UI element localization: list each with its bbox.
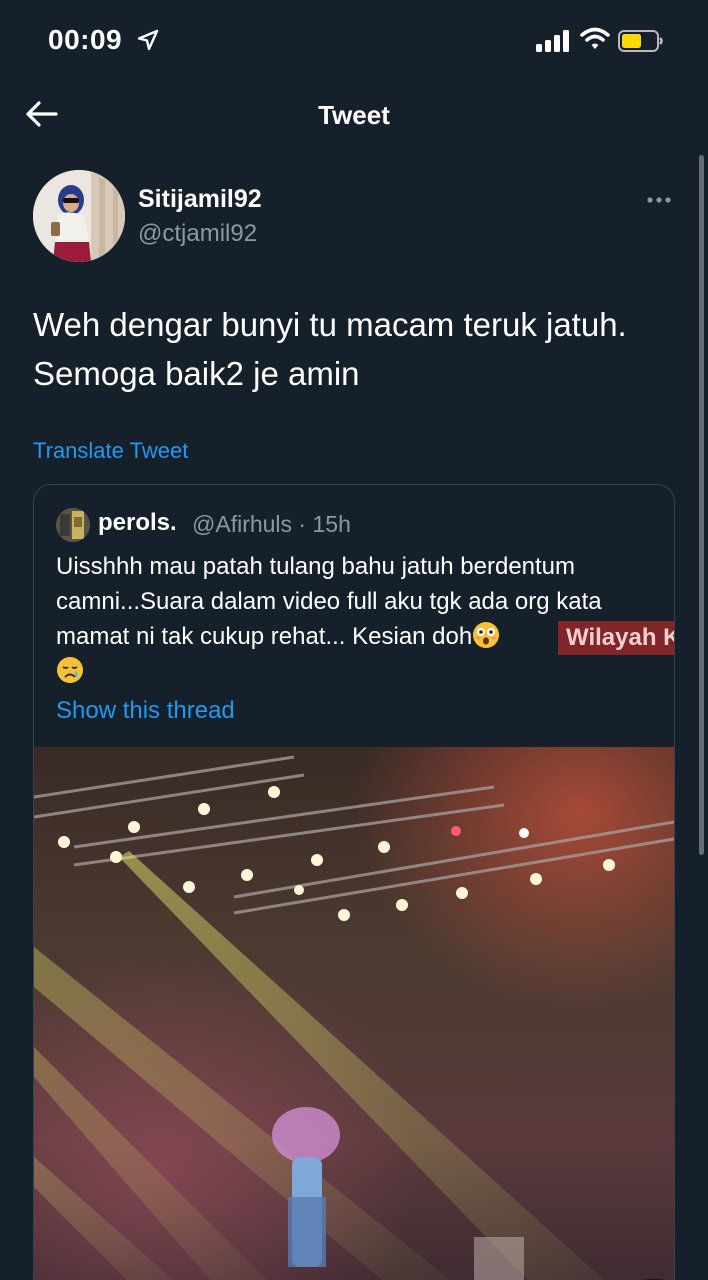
more-dots-icon <box>647 197 671 203</box>
tweet-text: Weh dengar bunyi tu macam teruk jatuh. S… <box>33 306 627 392</box>
quoted-text-content: Uisshhh mau patah tulang bahu jatuh berd… <box>56 553 602 650</box>
quoted-author-avatar <box>56 508 90 542</box>
cellular-signal-icon <box>536 30 569 52</box>
scrollbar[interactable] <box>699 155 704 855</box>
author-avatar[interactable] <box>33 170 125 262</box>
translate-tweet-link[interactable]: Translate Tweet <box>33 438 188 464</box>
quoted-handle-time: @Afirhuls · 15h <box>192 511 351 537</box>
navigation-bar: Tweet <box>0 80 708 152</box>
quoted-tweet-text: Uisshhh mau patah tulang bahu jatuh berd… <box>56 549 656 689</box>
more-options-button[interactable] <box>644 190 680 210</box>
author-name[interactable]: Sitijamil92 <box>138 185 262 214</box>
location-arrow-icon <box>137 29 159 51</box>
wifi-icon <box>580 27 610 49</box>
page-title: Tweet <box>318 100 390 130</box>
concert-stage-image <box>34 747 674 1280</box>
crying-face-emoji-icon <box>57 657 83 683</box>
quoted-tweet-card[interactable]: perols. @Afirhuls · 15h Uisshhh mau pata… <box>33 484 675 1280</box>
astonished-face-emoji-icon <box>473 622 500 648</box>
quoted-avatar-photo <box>56 508 90 542</box>
battery-icon <box>618 30 663 52</box>
tweet-detail-screen: 00:09 Tweet Sitijamil92 @ctjamil92 Weh d… <box>0 0 708 1280</box>
show-thread-link[interactable]: Show this thread <box>56 697 235 725</box>
quoted-video-preview[interactable] <box>34 747 674 1280</box>
quoted-author-name: perols. <box>98 509 177 536</box>
status-bar: 00:09 <box>0 0 708 80</box>
author-handle[interactable]: @ctjamil92 <box>138 220 257 248</box>
watermark: Wilayah K <box>558 621 674 655</box>
status-time: 00:09 <box>48 24 123 55</box>
avatar-photo <box>33 170 125 262</box>
